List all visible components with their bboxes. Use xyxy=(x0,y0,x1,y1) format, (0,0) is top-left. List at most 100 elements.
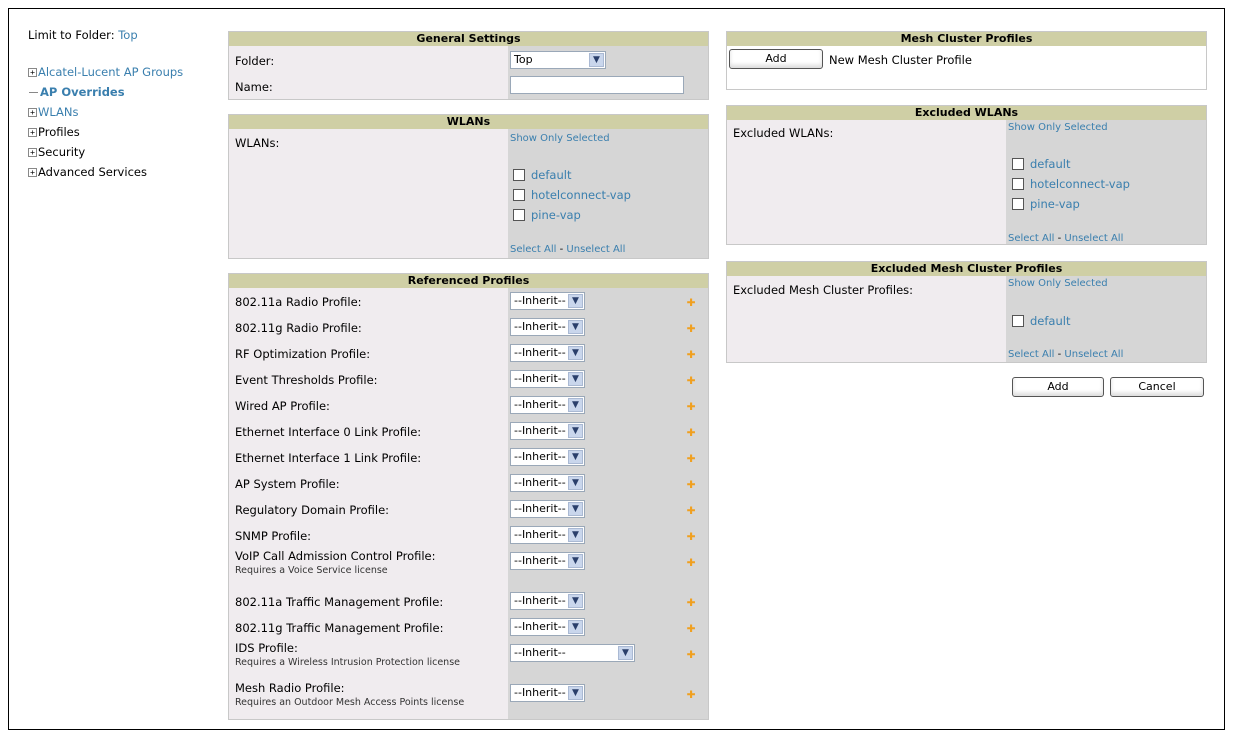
select-value: --Inherit-- xyxy=(514,346,566,359)
profile-label-voip-call-admission-control-profile: VoIP Call Admission Control Profile: Requ… xyxy=(235,549,436,576)
wlan-option[interactable]: hotelconnect-vap xyxy=(513,188,631,202)
nav-item-label[interactable]: WLANs xyxy=(38,105,79,119)
show-only-selected-link[interactable]: Show Only Selected xyxy=(510,133,610,144)
checkbox[interactable] xyxy=(1012,158,1024,170)
nav-item-ap-groups[interactable]: + Alcatel-Lucent AP Groups xyxy=(28,62,213,82)
name-input[interactable] xyxy=(510,76,684,94)
select-all-link[interactable]: Select All xyxy=(1008,349,1054,360)
wlan-option[interactable]: default xyxy=(513,168,571,182)
add-profile-icon[interactable]: ✚ xyxy=(684,594,698,609)
option-label: pine-vap xyxy=(531,208,581,222)
profile-label-802-11g-traffic-management-profile: 802.11g Traffic Management Profile: xyxy=(235,621,443,635)
profile-select-snmp-profile[interactable]: --Inherit-- ▼ xyxy=(510,526,585,544)
profile-label-text: AP System Profile: xyxy=(235,477,340,491)
profile-label-snmp-profile: SNMP Profile: xyxy=(235,529,311,543)
add-profile-icon[interactable]: ✚ xyxy=(684,294,698,309)
wlan-option[interactable]: pine-vap xyxy=(513,208,581,222)
profile-select-ids-profile[interactable]: --Inherit-- ▼ xyxy=(510,644,635,662)
add-profile-icon[interactable]: ✚ xyxy=(684,476,698,491)
nav-item-ap-overrides[interactable]: AP Overrides xyxy=(28,82,213,102)
add-profile-icon[interactable]: ✚ xyxy=(684,320,698,335)
add-button[interactable]: Add xyxy=(1012,377,1104,397)
profile-label-text: Ethernet Interface 0 Link Profile: xyxy=(235,425,422,439)
profile-select-wired-ap-profile[interactable]: --Inherit-- ▼ xyxy=(510,396,585,414)
profile-label-ap-system-profile: AP System Profile: xyxy=(235,477,340,491)
show-only-selected-link[interactable]: Show Only Selected xyxy=(1008,122,1108,133)
limit-folder-link[interactable]: Top xyxy=(118,28,137,42)
excluded-wlan-option[interactable]: default xyxy=(1012,157,1070,171)
add-profile-icon[interactable]: ✚ xyxy=(684,646,698,661)
chevron-down-icon: ▼ xyxy=(568,294,583,308)
checkbox[interactable] xyxy=(1012,315,1024,327)
chevron-down-icon: ▼ xyxy=(568,424,583,438)
add-profile-icon[interactable]: ✚ xyxy=(684,686,698,701)
profile-label-text: VoIP Call Admission Control Profile: xyxy=(235,549,436,563)
nav-item-security[interactable]: + Security xyxy=(28,142,213,162)
nav-item-wlans[interactable]: + WLANs xyxy=(28,102,213,122)
checkbox[interactable] xyxy=(513,189,525,201)
add-profile-icon[interactable]: ✚ xyxy=(684,502,698,517)
add-profile-icon[interactable]: ✚ xyxy=(684,554,698,569)
excluded-wlan-option[interactable]: hotelconnect-vap xyxy=(1012,177,1130,191)
checkbox[interactable] xyxy=(1012,198,1024,210)
profile-select-ethernet-interface-1-link-profile[interactable]: --Inherit-- ▼ xyxy=(510,448,585,466)
profile-label-802-11g-radio-profile: 802.11g Radio Profile: xyxy=(235,321,362,335)
license-note: Requires a Voice Service license xyxy=(235,565,388,576)
nav-item-label[interactable]: AP Overrides xyxy=(40,85,125,99)
nav-item-label[interactable]: Advanced Services xyxy=(38,165,147,179)
profile-select-802-11g-traffic-management-profile[interactable]: --Inherit-- ▼ xyxy=(510,618,585,636)
profile-label-text: 802.11a Traffic Management Profile: xyxy=(235,595,444,609)
add-profile-icon[interactable]: ✚ xyxy=(684,346,698,361)
profile-select-regulatory-domain-profile[interactable]: --Inherit-- ▼ xyxy=(510,500,585,518)
add-profile-icon[interactable]: ✚ xyxy=(684,398,698,413)
profile-select-voip-call-admission-control-profile[interactable]: --Inherit-- ▼ xyxy=(510,552,585,570)
option-label: default xyxy=(531,168,572,182)
profile-select-802-11a-radio-profile[interactable]: --Inherit-- ▼ xyxy=(510,292,585,310)
checkbox[interactable] xyxy=(1012,178,1024,190)
profile-select-ethernet-interface-0-link-profile[interactable]: --Inherit-- ▼ xyxy=(510,422,585,440)
expand-icon[interactable]: + xyxy=(28,127,37,137)
expand-icon[interactable]: + xyxy=(28,107,37,117)
add-mesh-cluster-button[interactable]: Add xyxy=(729,49,823,69)
select-all-link[interactable]: Select All xyxy=(510,244,556,255)
profile-select-mesh-radio-profile[interactable]: --Inherit-- ▼ xyxy=(510,684,585,702)
expand-icon[interactable]: + xyxy=(28,147,37,157)
excluded-mesh-panel: Excluded Mesh Cluster Profiles Excluded … xyxy=(726,261,1207,363)
checkbox[interactable] xyxy=(513,209,525,221)
select-all-link[interactable]: Select All xyxy=(1008,233,1054,244)
checkbox[interactable] xyxy=(513,169,525,181)
add-profile-icon[interactable]: ✚ xyxy=(684,528,698,543)
unselect-all-link[interactable]: Unselect All xyxy=(1064,349,1123,360)
expand-icon[interactable]: + xyxy=(28,167,37,177)
profile-select-802-11a-traffic-management-profile[interactable]: --Inherit-- ▼ xyxy=(510,592,585,610)
excluded-wlan-option[interactable]: pine-vap xyxy=(1012,197,1080,211)
option-label: default xyxy=(1030,314,1071,328)
profile-select-802-11g-radio-profile[interactable]: --Inherit-- ▼ xyxy=(510,318,585,336)
profile-label-regulatory-domain-profile: Regulatory Domain Profile: xyxy=(235,503,389,517)
expand-icon[interactable]: + xyxy=(28,67,37,77)
nav-item-label[interactable]: Profiles xyxy=(38,125,80,139)
profile-select-ap-system-profile[interactable]: --Inherit-- ▼ xyxy=(510,474,585,492)
profile-select-rf-optimization-profile[interactable]: --Inherit-- ▼ xyxy=(510,344,585,362)
profile-select-event-thresholds-profile[interactable]: --Inherit-- ▼ xyxy=(510,370,585,388)
unselect-all-link[interactable]: Unselect All xyxy=(566,244,625,255)
add-profile-icon[interactable]: ✚ xyxy=(684,424,698,439)
excluded-mesh-option[interactable]: default xyxy=(1012,314,1070,328)
folder-select[interactable]: Top ▼ xyxy=(510,51,606,69)
select-links: Select All - Unselect All xyxy=(510,244,625,255)
show-only-selected-link[interactable]: Show Only Selected xyxy=(1008,278,1108,289)
profile-label-text: Mesh Radio Profile: xyxy=(235,681,345,695)
nav-item-label[interactable]: Security xyxy=(38,145,85,159)
left-nav: Limit to Folder: Top + Alcatel-Lucent AP… xyxy=(28,28,213,182)
nav-item-advanced-services[interactable]: + Advanced Services xyxy=(28,162,213,182)
profile-label-text: Wired AP Profile: xyxy=(235,399,330,413)
add-profile-icon[interactable]: ✚ xyxy=(684,450,698,465)
nav-item-profiles[interactable]: + Profiles xyxy=(28,122,213,142)
add-profile-icon[interactable]: ✚ xyxy=(684,372,698,387)
cancel-button[interactable]: Cancel xyxy=(1110,377,1204,397)
nav-item-label[interactable]: Alcatel-Lucent AP Groups xyxy=(38,65,183,79)
add-profile-icon[interactable]: ✚ xyxy=(684,620,698,635)
select-links: Select All - Unselect All xyxy=(1008,349,1123,360)
mesh-cluster-profiles-panel: Mesh Cluster Profiles Add New Mesh Clust… xyxy=(726,31,1207,90)
unselect-all-link[interactable]: Unselect All xyxy=(1064,233,1123,244)
